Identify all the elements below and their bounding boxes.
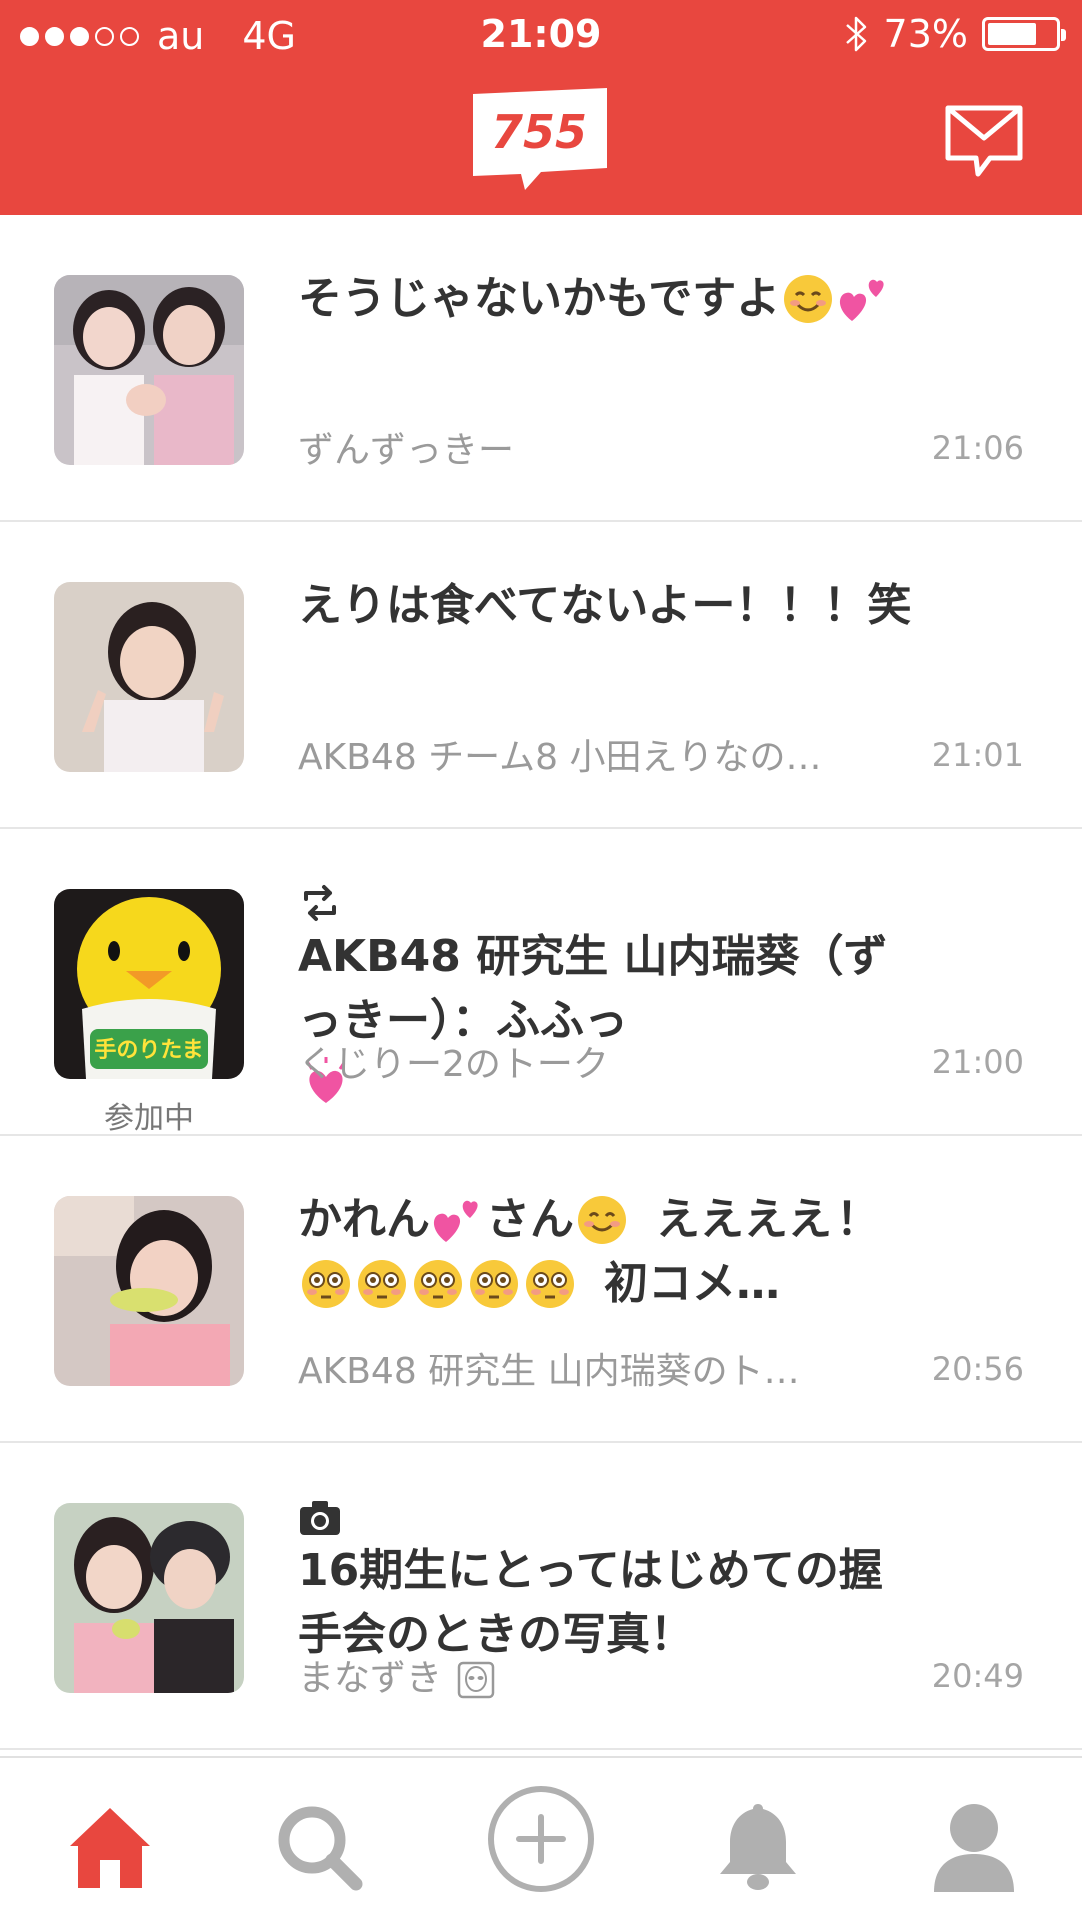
feed-thumbnail: [54, 582, 244, 772]
feed-item-title: かれん さん ええええ ！ 初コメ…: [298, 1194, 880, 1309]
flushed-face-icon: [414, 1260, 462, 1308]
feed-item-subtitle: まなずき: [298, 1649, 898, 1701]
feed-thumbnail: 手のりたま: [54, 889, 244, 1079]
mail-button[interactable]: [944, 102, 1024, 180]
user-icon: [934, 1804, 1014, 1892]
flushed-face-icon: [470, 1260, 518, 1308]
add-circle-icon: [488, 1786, 594, 1892]
feed-item-time: 21:06: [931, 429, 1024, 467]
bell-icon: [720, 1804, 796, 1890]
tab-profile[interactable]: [924, 1796, 1024, 1896]
feed-item[interactable]: 16期生にとってはじめての握手会のときの写真！ まなずき 20:49: [0, 1443, 1082, 1750]
feed-item-time: 20:49: [931, 1657, 1024, 1695]
two-hearts-icon: [433, 1200, 478, 1242]
home-icon: [70, 1808, 150, 1888]
feed-thumbnail: [54, 1503, 244, 1693]
feed-thumbnail: [54, 1196, 244, 1386]
feed-item-subtitle: AKB48 研究生 山内瑞葵のト…: [298, 1351, 800, 1392]
feed-item[interactable]: えりは食べてないよー！！！笑 AKB48 チーム8 小田えりなの… 21:01: [0, 522, 1082, 829]
feed-item-subtitle: ずんずっきー: [298, 430, 515, 471]
feed-item-title: そうじゃないかもですよ: [298, 267, 918, 331]
feed-thumbnail: [54, 275, 244, 465]
tab-search[interactable]: [270, 1796, 370, 1896]
battery-icon: [982, 17, 1066, 51]
feed-item[interactable]: そうじゃないかもですよ ずんずっきー 21:06: [0, 215, 1082, 522]
tab-home[interactable]: [60, 1796, 160, 1896]
feed-item-subtitle: AKB48 チーム8 小田えりなの…: [298, 737, 822, 778]
flushed-face-icon: [358, 1260, 406, 1308]
tab-bar: [0, 1756, 1082, 1920]
tab-post[interactable]: [486, 1784, 596, 1894]
svg-text:手のりたま: 手のりたま: [94, 1038, 203, 1063]
feed-list: そうじゃないかもですよ ずんずっきー 21:06 えりは食べてないよー！！！笑 …: [0, 215, 1082, 1750]
flushed-face-icon: [302, 1260, 350, 1308]
feed-item[interactable]: 手のりたま 参加中 AKB48 研究生 山内瑞葵（ずっきー）：ふふっ くじりー2…: [0, 829, 1082, 1136]
search-icon: [278, 1806, 363, 1891]
battery-percent: 73%: [883, 12, 968, 56]
alien-icon: [458, 1661, 495, 1699]
flushed-face-icon: [526, 1260, 574, 1308]
status-bar: au 4G 21:09 73%: [0, 0, 1082, 72]
feed-item-subtitle: くじりー2のトーク: [298, 1044, 609, 1085]
top-bar: au 4G 21:09 73% 755: [0, 0, 1082, 215]
bluetooth-icon: [845, 16, 866, 52]
app-logo: 755: [473, 88, 607, 190]
logo-text: 755: [491, 105, 587, 159]
two-hearts-icon: [840, 279, 884, 321]
repost-icon: [304, 885, 336, 921]
camera-icon: [300, 1501, 340, 1535]
feed-item-time: 21:01: [931, 736, 1024, 774]
feed-item-title: 16期生にとってはじめての握手会のときの写真！: [298, 1495, 918, 1667]
tab-notifications[interactable]: [708, 1796, 808, 1896]
feed-item-time: 21:00: [931, 1043, 1024, 1081]
feed-item[interactable]: かれん さん ええええ ！ 初コメ… AKB48 研究生 山内瑞葵のト… 20:…: [0, 1136, 1082, 1443]
feed-item-title: えりは食べてないよー！！！笑: [298, 580, 912, 631]
smiling-face-icon: [578, 1196, 626, 1244]
joined-badge: 参加中: [104, 1101, 194, 1136]
app-screen: au 4G 21:09 73% 755 そうじゃないかもですよ ずんずっきー 2…: [0, 0, 1082, 1920]
smiling-face-icon: [784, 275, 833, 323]
feed-item-time: 20:56: [931, 1350, 1024, 1388]
